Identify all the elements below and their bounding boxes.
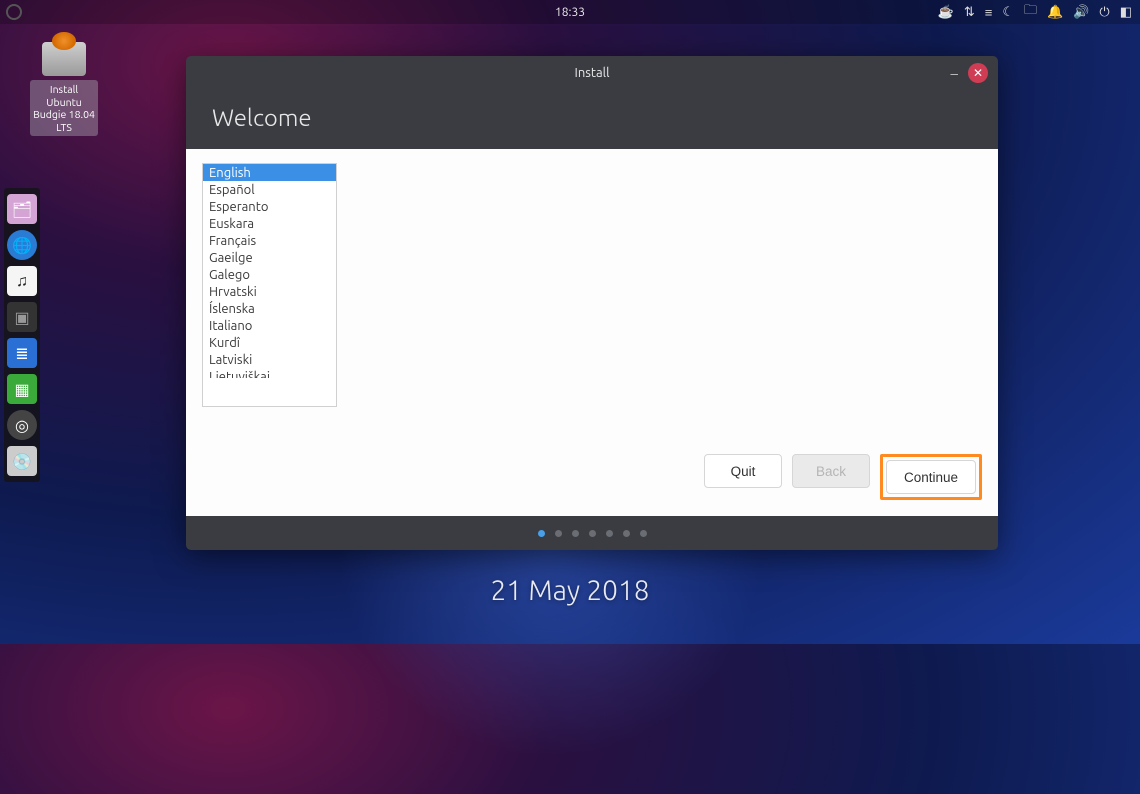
dock-music[interactable]: ♫: [7, 266, 37, 296]
files-tray-icon[interactable]: 🗀: [1024, 1, 1037, 23]
dock-installer[interactable]: 💿: [7, 446, 37, 476]
user-icon[interactable]: ◧: [1120, 5, 1132, 20]
dock-web-browser[interactable]: 🌐: [7, 230, 37, 260]
network-icon[interactable]: ⇅: [964, 5, 975, 20]
button-row: Quit Back Continue: [704, 454, 982, 500]
dock-terminal[interactable]: ▣: [7, 302, 37, 332]
installer-content: EnglishEspañolEsperantoEuskaraFrançaisGa…: [186, 149, 998, 516]
language-option[interactable]: English: [203, 164, 336, 181]
dock-calc[interactable]: ▦: [7, 374, 37, 404]
language-option[interactable]: Esperanto: [203, 198, 336, 215]
language-option[interactable]: Hrvatski: [203, 283, 336, 300]
page-dot[interactable]: [640, 530, 647, 537]
disk-icon: [42, 42, 86, 76]
quit-button[interactable]: Quit: [704, 454, 782, 488]
page-dot[interactable]: [555, 530, 562, 537]
page-dot[interactable]: [589, 530, 596, 537]
panel-clock[interactable]: 18:33: [555, 6, 585, 19]
back-button: Back: [792, 454, 870, 488]
language-option[interactable]: Íslenska: [203, 300, 336, 317]
window-close-button[interactable]: ✕: [968, 63, 988, 83]
page-dot[interactable]: [572, 530, 579, 537]
language-option[interactable]: Français: [203, 232, 336, 249]
language-list[interactable]: EnglishEspañolEsperantoEuskaraFrançaisGa…: [202, 163, 337, 407]
continue-button[interactable]: Continue: [886, 460, 976, 494]
language-option[interactable]: Kurdî: [203, 334, 336, 351]
desktop-date: 21 May 2018: [490, 575, 649, 606]
page-dot[interactable]: [623, 530, 630, 537]
language-option[interactable]: Lietuviškai: [203, 368, 336, 378]
power-icon[interactable]: ⏻: [1099, 5, 1109, 20]
window-title: Install: [575, 66, 610, 80]
top-panel: 18:33 ☕ ⇅ ≡ ☾ 🗀 🔔 🔊 ⏻ ◧: [0, 0, 1140, 24]
volume-icon[interactable]: 🔊: [1073, 5, 1089, 20]
language-option[interactable]: Euskara: [203, 215, 336, 232]
dock-writer[interactable]: ≣: [7, 338, 37, 368]
dock-files[interactable]: 🗂: [7, 194, 37, 224]
continue-highlight: Continue: [880, 454, 982, 500]
desktop-install-label: Install Ubuntu Budgie 18.04 LTS: [30, 80, 98, 136]
page-indicator: [186, 516, 998, 550]
window-minimize-button[interactable]: –: [951, 65, 958, 82]
page-dot[interactable]: [538, 530, 545, 537]
installer-window: Install – ✕ Welcome EnglishEspañolEspera…: [186, 56, 998, 550]
activities-circle-icon[interactable]: [6, 4, 22, 20]
dock: 🗂 🌐 ♫ ▣ ≣ ▦ ◎ 💿: [4, 188, 40, 482]
window-titlebar[interactable]: Install – ✕: [186, 56, 998, 90]
notifications-icon[interactable]: 🔔: [1047, 5, 1063, 20]
dock-chromium[interactable]: ◎: [7, 410, 37, 440]
language-option[interactable]: Español: [203, 181, 336, 198]
desktop-install-icon[interactable]: Install Ubuntu Budgie 18.04 LTS: [30, 42, 98, 136]
system-tray: ☕ ⇅ ≡ ☾ 🗀 🔔 🔊 ⏻ ◧: [938, 0, 1132, 24]
page-heading: Welcome: [186, 90, 998, 149]
language-option[interactable]: Gaeilge: [203, 249, 336, 266]
language-option[interactable]: Italiano: [203, 317, 336, 334]
menu-icon[interactable]: ≡: [985, 5, 993, 20]
language-option[interactable]: Galego: [203, 266, 336, 283]
language-option[interactable]: Latviski: [203, 351, 336, 368]
page-dot[interactable]: [606, 530, 613, 537]
night-mode-icon[interactable]: ☾: [1002, 5, 1014, 20]
close-icon: ✕: [973, 66, 983, 80]
caffeine-icon[interactable]: ☕: [938, 5, 954, 20]
